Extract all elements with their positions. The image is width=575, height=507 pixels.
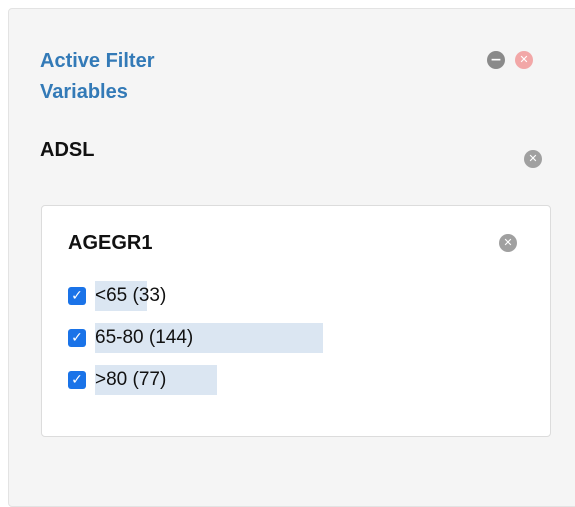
variable-name: AGEGR1 <box>68 232 153 254</box>
checkbox[interactable]: ✓ <box>68 371 86 389</box>
variable-filter-card: AGEGR1 ✕ ✓ <65 (33) ✓ 65-80 (144) ✓ >80 … <box>41 205 551 437</box>
dataset-name: ADSL <box>40 139 95 161</box>
option-label: <65 (33) <box>95 285 167 306</box>
active-filter-panel: Active Filter Variables − ✕ ADSL ✕ AGEGR… <box>8 8 575 507</box>
filter-option[interactable]: ✓ >80 (77) <box>68 365 217 395</box>
checkmark-icon: ✓ <box>71 330 83 346</box>
checkmark-icon: ✓ <box>71 372 83 388</box>
option-label: >80 (77) <box>95 369 167 390</box>
checkmark-icon: ✓ <box>71 288 83 304</box>
collapse-icon[interactable]: − <box>487 51 505 69</box>
checkbox[interactable]: ✓ <box>68 329 86 347</box>
remove-variable-filter-icon[interactable]: ✕ <box>499 234 517 252</box>
remove-dataset-filter-icon[interactable]: ✕ <box>524 150 542 168</box>
checkbox[interactable]: ✓ <box>68 287 86 305</box>
panel-title: Active Filter Variables <box>40 50 155 103</box>
option-label: 65-80 (144) <box>95 327 194 348</box>
remove-all-filters-icon[interactable]: ✕ <box>515 51 533 69</box>
filter-option[interactable]: ✓ <65 (33) <box>68 281 166 311</box>
panel-header-controls: − ✕ <box>487 51 533 69</box>
filter-option[interactable]: ✓ 65-80 (144) <box>68 323 323 353</box>
